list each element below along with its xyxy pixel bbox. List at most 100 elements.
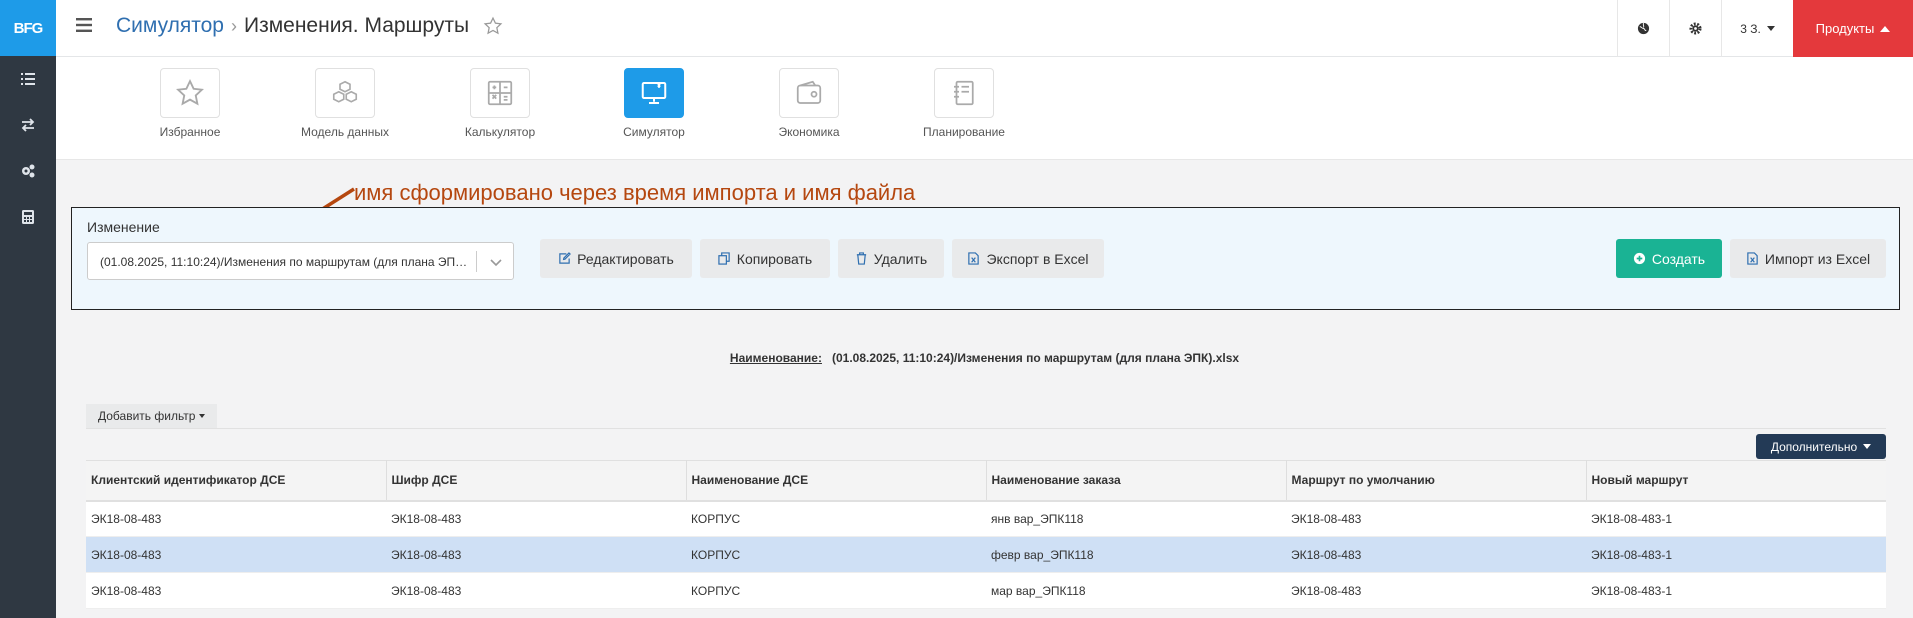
left-sidebar: BFG xyxy=(0,0,56,618)
notebook-icon xyxy=(954,80,974,106)
column-header[interactable]: Новый маршрут xyxy=(1586,460,1886,502)
table-cell: янв вар_ЭПК118 xyxy=(986,500,1286,537)
select-divider xyxy=(476,251,477,272)
user-label: 3 З. xyxy=(1740,21,1761,36)
plus-circle-icon xyxy=(1633,252,1645,265)
import-excel-button[interactable]: Импорт из Excel xyxy=(1730,239,1886,278)
filter-divider xyxy=(86,428,1886,429)
caret-down-icon xyxy=(199,414,206,418)
name-line: Наименование: (01.08.2025, 11:10:24)/Изме… xyxy=(0,351,1913,365)
annotation-text: имя сформировано через время импорта и и… xyxy=(354,180,916,205)
chevron-right-icon: › xyxy=(230,15,237,36)
copy-button[interactable]: Копировать xyxy=(700,239,830,278)
caret-down-icon xyxy=(1766,26,1775,31)
table-row[interactable]: ЭК18-08-483 ЭК18-08-483 КОРПУС янв вар_Э… xyxy=(86,500,1886,537)
tile-data-model[interactable]: Модель данных xyxy=(275,68,415,139)
gear-icon xyxy=(1689,22,1702,35)
breadcrumb: Симулятор › Изменения. Маршруты xyxy=(116,14,503,38)
products-label: Продукты xyxy=(1815,21,1875,36)
more-label: Дополнительно xyxy=(1770,439,1858,454)
table-cell: ЭК18-08-483 xyxy=(1286,500,1586,537)
cubes-icon xyxy=(332,80,358,103)
monitor-icon xyxy=(641,82,667,104)
tile-simulator[interactable]: Симулятор xyxy=(584,68,724,139)
table-cell: КОРПУС xyxy=(686,500,986,537)
tile-economics[interactable]: Экономика xyxy=(739,68,879,139)
caret-up-icon xyxy=(1880,25,1891,32)
table-cell: ЭК18-08-483-1 xyxy=(1586,572,1886,609)
table-cell: февр вар_ЭПК118 xyxy=(986,536,1286,573)
table-row[interactable]: ЭК18-08-483 ЭК18-08-483 КОРПУС мар вар_Э… xyxy=(86,572,1886,609)
import-label: Импорт из Excel xyxy=(1764,250,1871,267)
user-menu[interactable]: 3 З. xyxy=(1721,0,1793,57)
name-value: (01.08.2025, 11:10:24)/Изменения по марш… xyxy=(831,351,1240,365)
change-label: Изменение xyxy=(87,219,160,235)
change-panel: Изменение (01.08.2025, 11:10:24)/Изменен… xyxy=(71,207,1900,310)
more-button[interactable]: Дополнительно xyxy=(1756,434,1886,459)
table-cell: ЭК18-08-483-1 xyxy=(1586,500,1886,537)
routes-table: Клиентский идентификатор ДСЕ Шифр ДСЕ На… xyxy=(86,460,1886,609)
copy-label: Копировать xyxy=(736,250,813,267)
sidebar-list-icon[interactable] xyxy=(0,56,56,102)
change-select[interactable]: (01.08.2025, 11:10:24)/Изменения по марш… xyxy=(87,242,514,280)
tile-label: Калькулятор xyxy=(464,125,536,139)
column-header[interactable]: Шифр ДСЕ xyxy=(386,460,687,502)
sidebar-calculator-icon[interactable] xyxy=(0,194,56,240)
table-cell: ЭК18-08-483 xyxy=(1286,572,1586,609)
table-cell: ЭК18-08-483 xyxy=(386,572,686,609)
top-bar: Симулятор › Изменения. Маршруты 3 З. Про… xyxy=(56,0,1913,57)
column-header[interactable]: Клиентский идентификатор ДСЕ xyxy=(86,460,387,502)
export-excel-button[interactable]: Экспорт в Excel xyxy=(952,239,1104,278)
edit-button[interactable]: Редактировать xyxy=(540,239,692,278)
copy-icon xyxy=(718,252,730,265)
hamburger-menu-icon[interactable] xyxy=(76,17,94,33)
tile-calculator[interactable]: Калькулятор xyxy=(430,68,570,139)
table-cell: ЭК18-08-483 xyxy=(386,536,686,573)
table-cell: мар вар_ЭПК118 xyxy=(986,572,1286,609)
tile-planning[interactable]: Планирование xyxy=(894,68,1034,139)
edit-label: Редактировать xyxy=(577,250,674,267)
table-cell: ЭК18-08-483 xyxy=(1286,536,1586,573)
tile-label: Избранное xyxy=(159,125,221,139)
sidebar-exchange-icon[interactable] xyxy=(0,102,56,148)
table-cell: ЭК18-08-483 xyxy=(86,572,386,609)
settings-button[interactable] xyxy=(1669,0,1721,57)
table-cell: ЭК18-08-483 xyxy=(86,536,386,573)
language-button[interactable] xyxy=(1617,0,1669,57)
product-tiles: Избранное Модель данных Калькулятор Симу… xyxy=(56,57,1913,160)
excel-file-icon xyxy=(1747,252,1758,265)
table-cell: КОРПУС xyxy=(686,572,986,609)
column-header[interactable]: Наименование ДСЕ xyxy=(686,460,987,502)
caret-down-icon xyxy=(1863,444,1872,449)
favorite-star-icon[interactable] xyxy=(483,16,503,36)
create-button[interactable]: Создать xyxy=(1616,239,1722,278)
tile-label: Модель данных xyxy=(301,125,389,139)
topbar-right-controls: 3 З. Продукты xyxy=(1617,0,1913,57)
delete-label: Удалить xyxy=(873,250,928,267)
edit-icon xyxy=(559,252,572,264)
star-icon xyxy=(176,78,204,106)
delete-button[interactable]: Удалить xyxy=(838,239,944,278)
export-label: Экспорт в Excel xyxy=(986,250,1089,267)
breadcrumb-link-simulator[interactable]: Симулятор xyxy=(116,14,224,38)
trash-icon xyxy=(856,252,866,265)
column-header[interactable]: Наименование заказа xyxy=(986,460,1287,502)
table-header-row: Клиентский идентификатор ДСЕ Шифр ДСЕ На… xyxy=(86,460,1886,502)
column-header[interactable]: Маршрут по умолчанию xyxy=(1286,460,1587,502)
table-cell: КОРПУС xyxy=(686,536,986,573)
page-title: Изменения. Маршруты xyxy=(243,14,470,37)
add-filter-label: Добавить фильтр xyxy=(98,409,196,423)
app-logo[interactable]: BFG xyxy=(0,0,56,56)
calculator-icon xyxy=(487,80,513,106)
table-row-selected[interactable]: ЭК18-08-483 ЭК18-08-483 КОРПУС февр вар_… xyxy=(86,536,1886,573)
excel-file-icon xyxy=(968,252,980,265)
change-select-value: (01.08.2025, 11:10:24)/Изменения по марш… xyxy=(100,255,472,269)
table-cell: ЭК18-08-483 xyxy=(86,500,386,537)
tile-favorites[interactable]: Избранное xyxy=(120,68,260,139)
tile-label: Экономика xyxy=(778,125,840,139)
products-menu[interactable]: Продукты xyxy=(1793,0,1913,57)
add-filter-button[interactable]: Добавить фильтр xyxy=(86,404,218,428)
create-label: Создать xyxy=(1651,250,1706,267)
sidebar-gears-icon[interactable] xyxy=(0,148,56,194)
chevron-down-icon[interactable] xyxy=(489,255,503,269)
